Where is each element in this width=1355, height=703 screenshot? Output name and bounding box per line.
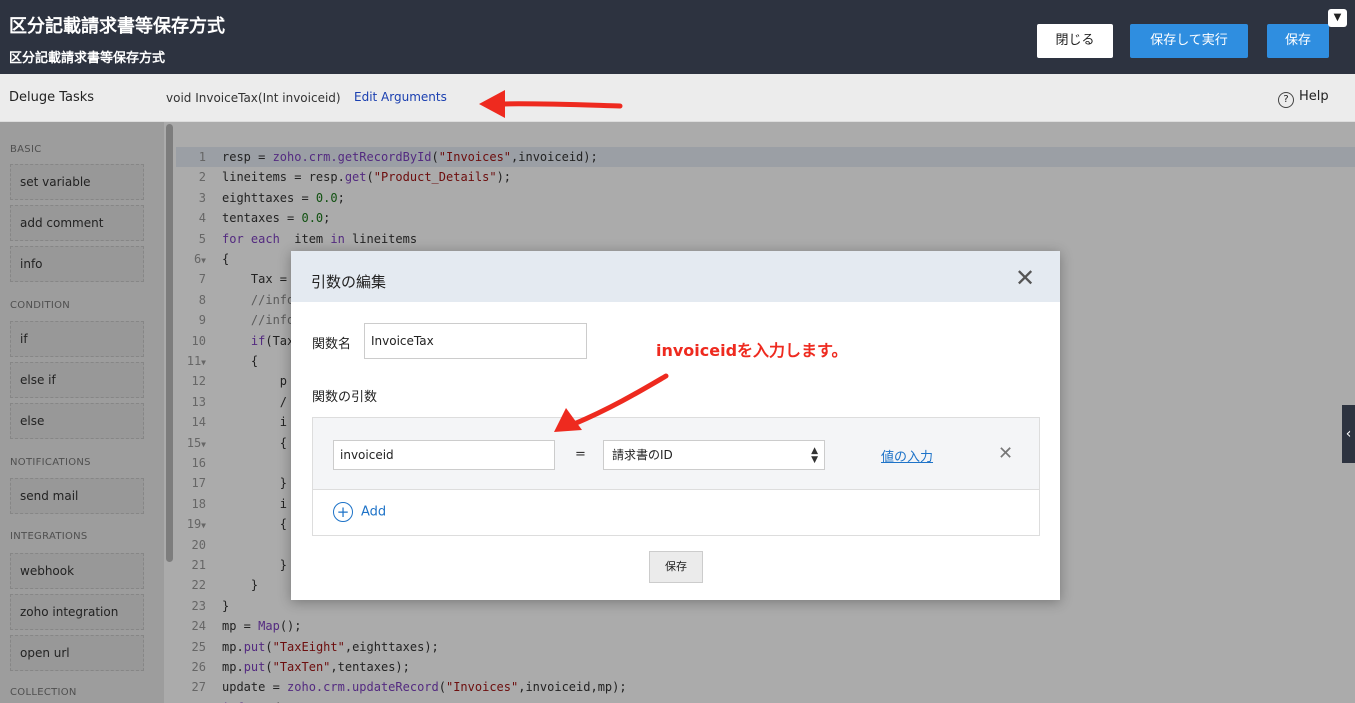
close-icon[interactable]: ✕ <box>1015 264 1035 292</box>
function-name-input[interactable] <box>364 323 587 359</box>
page-subtitle: 区分記載請求書等保存方式 <box>9 51 166 66</box>
argument-value-select[interactable]: 請求書のID ▲ ▼ <box>603 440 825 470</box>
plus-circle-icon: + <box>333 502 353 522</box>
annotation-text: invoiceidを入力します。 <box>656 341 848 360</box>
dialog-save-button[interactable]: 保存 <box>649 551 703 583</box>
help-icon: ? <box>1278 92 1294 108</box>
save-and-run-button[interactable]: 保存して実行 <box>1130 24 1248 58</box>
add-label: Add <box>361 504 387 520</box>
dialog-header: 引数の編集 ✕ <box>291 251 1060 302</box>
help-label: Help <box>1299 89 1329 104</box>
page-title: 区分記載請求書等保存方式 <box>9 16 225 37</box>
help-button[interactable]: ? Help <box>1278 89 1329 108</box>
select-arrows-icon: ▲ ▼ <box>811 446 818 465</box>
dialog-title: 引数の編集 <box>311 273 387 291</box>
editor-toolbar: Deluge Tasks void InvoiceTax(Int invoice… <box>0 74 1355 122</box>
equals-sign: = <box>575 447 586 462</box>
argument-value-selected: 請求書のID <box>612 448 673 462</box>
app-header: 区分記載請求書等保存方式 区分記載請求書等保存方式 閉じる 保存して実行 保存 … <box>0 0 1355 74</box>
enter-value-link[interactable]: 値の入力 <box>881 446 933 465</box>
edit-arguments-link[interactable]: Edit Arguments <box>354 90 447 104</box>
function-name-label: 関数名 <box>312 337 352 352</box>
annotation-arrow-icon <box>479 90 623 118</box>
argument-name-input[interactable] <box>333 440 555 470</box>
deluge-tasks-title: Deluge Tasks <box>9 90 95 105</box>
edit-arguments-dialog: 引数の編集 ✕ 関数名 invoiceidを入力します。 関数の引数 = 請求書… <box>291 251 1060 600</box>
chevron-left-icon[interactable]: ‹ <box>1342 405 1355 463</box>
save-button[interactable]: 保存 <box>1267 24 1329 58</box>
argument-row: = 請求書のID ▲▼ 値の入力 ✕ <box>313 418 1039 490</box>
close-button[interactable]: 閉じる <box>1037 24 1113 58</box>
remove-argument-icon[interactable]: ✕ <box>998 443 1013 464</box>
chevron-down-icon[interactable]: ▼ <box>1328 9 1347 27</box>
annotation-arrow-icon-2 <box>554 373 669 432</box>
function-arguments-label: 関数の引数 <box>312 390 378 405</box>
arguments-list: = 請求書のID ▲▼ 値の入力 ✕ + Add <box>312 417 1040 536</box>
add-argument-button[interactable]: + Add <box>333 502 386 522</box>
function-signature: void InvoiceTax(Int invoiceid) <box>166 91 341 105</box>
